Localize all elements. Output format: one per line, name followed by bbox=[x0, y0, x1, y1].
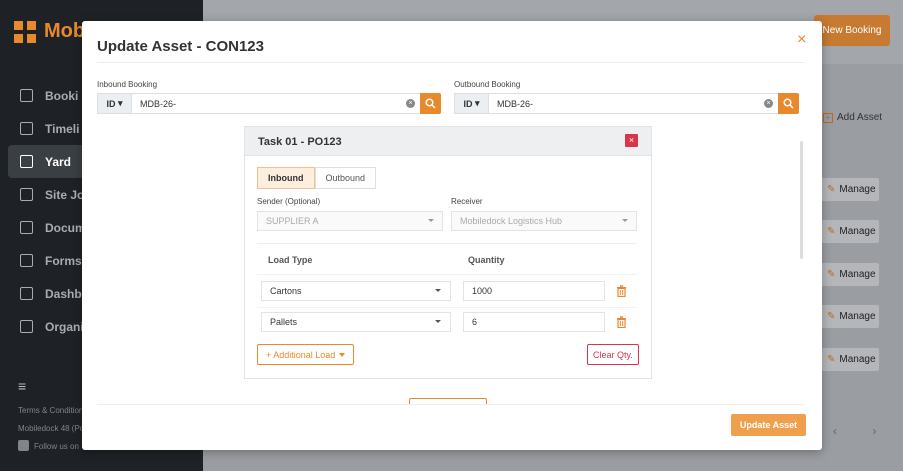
clipboard-icon bbox=[20, 188, 33, 201]
trash-icon[interactable] bbox=[616, 316, 627, 328]
receiver-label: Receiver bbox=[451, 197, 483, 206]
search-icon bbox=[783, 98, 794, 109]
divider bbox=[257, 307, 637, 308]
direction-tabs: Inbound Outbound bbox=[257, 167, 377, 189]
outbound-booking-field: ID ▾ MDB-26- × bbox=[454, 93, 799, 114]
receiver-select[interactable]: Mobiledock Logistics Hub bbox=[451, 211, 637, 231]
search-button[interactable] bbox=[778, 93, 799, 114]
update-asset-button[interactable]: Update Asset bbox=[731, 414, 806, 436]
pagination[interactable]: ‹ › bbox=[833, 424, 892, 438]
scrollbar[interactable] bbox=[800, 141, 803, 259]
task-header: Task 01 - PO123 × bbox=[245, 127, 651, 156]
load-type-header: Load Type bbox=[268, 255, 313, 265]
clear-icon[interactable]: × bbox=[406, 99, 415, 108]
pencil-icon: ✎ bbox=[827, 354, 836, 365]
logo-icon bbox=[14, 20, 36, 43]
outbound-booking-label: Outbound Booking bbox=[454, 80, 521, 89]
manage-button[interactable]: ✎ Manage bbox=[820, 219, 880, 244]
manage-button[interactable]: ✎ Manage bbox=[820, 347, 880, 372]
pencil-icon: ✎ bbox=[827, 311, 836, 322]
inbound-id-type-select[interactable]: ID ▾ bbox=[97, 93, 131, 114]
quantity-input[interactable]: 6 bbox=[463, 312, 605, 332]
ticket-icon bbox=[20, 89, 33, 102]
new-booking-button[interactable]: New Booking bbox=[814, 15, 890, 46]
inbound-booking-input[interactable]: MDB-26- × bbox=[131, 93, 420, 114]
search-icon bbox=[425, 98, 436, 109]
inbound-booking-field: ID ▾ MDB-26- × bbox=[97, 93, 441, 114]
load-type-select[interactable]: Pallets bbox=[261, 312, 451, 332]
manage-button[interactable]: ✎ Manage bbox=[820, 262, 880, 287]
terms-link[interactable]: Terms & Condition bbox=[18, 406, 83, 415]
follow-us-link[interactable]: Follow us on bbox=[34, 442, 79, 451]
manage-button[interactable]: ✎ Manage bbox=[820, 177, 880, 202]
search-button[interactable] bbox=[420, 93, 441, 114]
plus-icon: + bbox=[823, 112, 833, 123]
task-card: Task 01 - PO123 × Inbound Outbound Sende… bbox=[244, 126, 652, 379]
trash-icon[interactable] bbox=[616, 285, 627, 297]
modal-title: Update Asset - CON123 bbox=[97, 38, 264, 55]
task-title: Task 01 - PO123 bbox=[258, 136, 342, 148]
close-icon[interactable]: × bbox=[797, 31, 806, 49]
divider bbox=[257, 243, 637, 244]
outbound-booking-input[interactable]: MDB-26- × bbox=[488, 93, 778, 114]
chevron-down-icon bbox=[428, 219, 434, 222]
collapse-menu-icon[interactable]: ≡ bbox=[18, 378, 26, 394]
dashboard-icon bbox=[20, 287, 33, 300]
pencil-icon: ✎ bbox=[827, 269, 836, 280]
delete-task-icon[interactable]: × bbox=[625, 134, 638, 147]
chevron-down-icon bbox=[339, 352, 346, 357]
manage-button[interactable]: ✎ Manage bbox=[820, 304, 880, 329]
clear-icon[interactable]: × bbox=[764, 99, 773, 108]
brand-name: Mob bbox=[44, 20, 86, 42]
inbound-booking-label: Inbound Booking bbox=[97, 80, 158, 89]
clear-qty-button[interactable]: Clear Qty. bbox=[587, 344, 639, 365]
timeline-icon bbox=[20, 122, 33, 135]
facebook-icon[interactable] bbox=[18, 440, 29, 451]
add-asset-button[interactable]: + Add Asset bbox=[823, 112, 882, 123]
pencil-icon: ✎ bbox=[827, 184, 836, 195]
chevron-down-icon bbox=[435, 289, 441, 292]
document-icon bbox=[20, 221, 33, 234]
quantity-input[interactable]: 1000 bbox=[463, 281, 605, 301]
additional-load-button[interactable]: + Additional Load bbox=[257, 344, 355, 365]
outbound-id-type-select[interactable]: ID ▾ bbox=[454, 93, 488, 114]
chevron-down-icon bbox=[622, 219, 628, 222]
pencil-icon: ✎ bbox=[827, 226, 836, 237]
form-icon bbox=[20, 254, 33, 267]
version-text: Mobiledock 48 (Pc bbox=[18, 424, 84, 433]
quantity-header: Quantity bbox=[468, 255, 505, 265]
load-type-select[interactable]: Cartons bbox=[261, 281, 451, 301]
warehouse-icon bbox=[20, 155, 33, 168]
building-icon bbox=[20, 320, 33, 333]
chevron-down-icon bbox=[435, 320, 441, 323]
tab-outbound[interactable]: Outbound bbox=[314, 167, 377, 189]
tab-inbound[interactable]: Inbound bbox=[257, 167, 315, 189]
divider bbox=[97, 62, 805, 63]
divider bbox=[257, 274, 637, 275]
divider bbox=[97, 404, 805, 405]
sender-select[interactable]: SUPPLIER A bbox=[257, 211, 443, 231]
sender-label: Sender (Optional) bbox=[257, 197, 321, 206]
update-asset-modal: Update Asset - CON123 × Inbound Booking … bbox=[82, 21, 822, 450]
brand-logo[interactable]: Mob bbox=[14, 20, 85, 43]
